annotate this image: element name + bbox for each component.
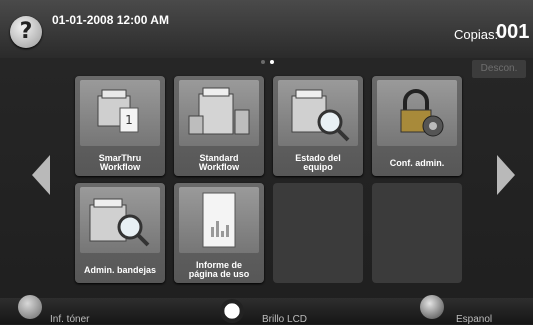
smarthru-workflow-icon: 1 <box>80 80 160 146</box>
machine-status-icon <box>278 80 358 146</box>
tray-management-icon <box>80 187 160 253</box>
logout-button[interactable]: Descon. <box>472 60 526 78</box>
svg-text:1: 1 <box>125 113 133 127</box>
page-indicator <box>259 60 279 66</box>
status-bar: ? 01-01-2008 12:00 AM Copias: 001 <box>0 0 533 58</box>
date-time: 01-01-2008 12:00 AM <box>52 13 169 27</box>
printer-touch-screen: ? 01-01-2008 12:00 AM Copias: 001 Descon… <box>0 0 533 325</box>
standard-workflow-label: Standard Workflow <box>198 153 240 172</box>
usage-report-icon <box>179 187 259 253</box>
toner-icon[interactable] <box>18 295 42 319</box>
machine-status-label: Estado del equipo <box>295 153 341 172</box>
page-dot-2-active <box>270 60 274 64</box>
admin-settings-icon <box>377 80 457 146</box>
machine-status-button[interactable]: Estado del equipo <box>273 76 363 176</box>
tray-management-label: Admin. bandejas <box>83 265 156 275</box>
standard-workflow-button[interactable]: Standard Workflow <box>174 76 264 176</box>
admin-settings-label: Conf. admin. <box>389 158 445 168</box>
copies-label: Copias: <box>454 27 499 42</box>
smarthru-workflow-label: SmarThru Workflow <box>98 153 142 172</box>
toner-info-button[interactable]: Inf. tóner <box>50 314 89 325</box>
previous-page-arrow-icon[interactable] <box>32 155 50 195</box>
copies-count[interactable]: 001 <box>496 21 529 44</box>
language-button[interactable]: Espanol <box>456 314 492 325</box>
admin-settings-button[interactable]: Conf. admin. <box>372 76 462 176</box>
usage-report-button[interactable]: Informe de página de uso <box>174 183 264 283</box>
globe-icon[interactable] <box>420 295 444 319</box>
page-dot-1 <box>261 60 265 64</box>
next-page-arrow-icon[interactable] <box>497 155 515 195</box>
smarthru-workflow-button[interactable]: 1 SmarThru Workflow <box>75 76 165 176</box>
standard-workflow-icon <box>179 80 259 146</box>
help-icon: ? <box>19 19 33 44</box>
help-button[interactable]: ? <box>10 16 42 48</box>
usage-report-label: Informe de página de uso <box>188 260 250 279</box>
lcd-brightness-button[interactable]: Brillo LCD <box>262 314 307 325</box>
brightness-icon[interactable] <box>220 299 244 323</box>
empty-tile-slot <box>273 183 363 283</box>
tray-management-button[interactable]: Admin. bandejas <box>75 183 165 283</box>
empty-tile-slot <box>372 183 462 283</box>
